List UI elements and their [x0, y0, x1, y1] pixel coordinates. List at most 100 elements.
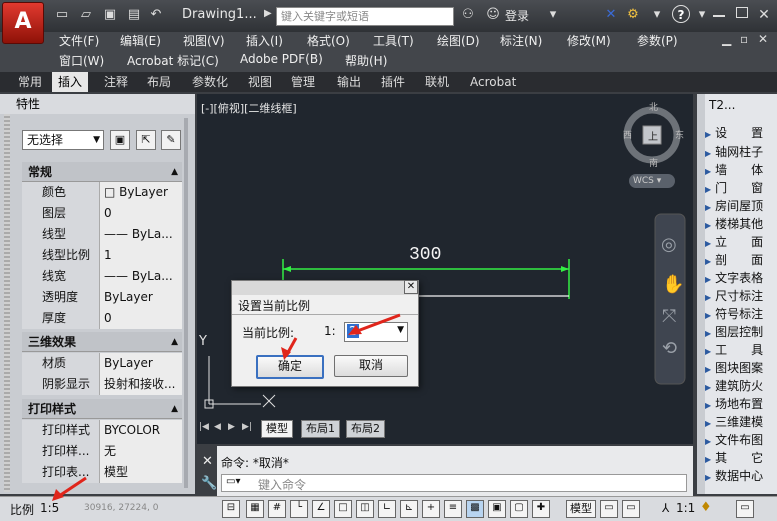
palette-item[interactable]: ▶ 墙 体 — [705, 161, 777, 180]
tab-manage[interactable]: 管理 — [285, 72, 321, 92]
selection-dropdown[interactable]: 无选择 ▼ — [22, 130, 104, 150]
menu-insert[interactable]: 插入(I) — [246, 32, 283, 49]
select-objects-icon[interactable]: ⇱ — [136, 130, 156, 150]
prop-row-transparency[interactable]: 透明度 ByLayer — [22, 287, 182, 308]
section-general[interactable]: 常规 ▲ — [22, 162, 182, 182]
menu-tools[interactable]: 工具(T) — [373, 32, 414, 49]
prop-row-material[interactable]: 材质 ByLayer — [22, 353, 182, 374]
tab-layout[interactable]: 布局 — [141, 72, 177, 92]
ducs-icon[interactable]: ⊾ — [400, 500, 418, 518]
tab-home[interactable]: 常用 — [12, 72, 48, 92]
menu-help[interactable]: 帮助(H) — [345, 52, 387, 69]
prop-row-linetype[interactable]: 线型 —— ByLa... — [22, 224, 182, 245]
new-file-icon[interactable]: ▭ — [54, 7, 70, 23]
binoculars-icon[interactable]: ⚇ — [460, 7, 476, 23]
quick-view-layouts-icon[interactable]: ▭ — [600, 500, 618, 518]
prop-row-lineweight[interactable]: 线宽 —— ByLa... — [22, 266, 182, 287]
annotation-scale-icon[interactable]: ⅄ — [662, 501, 669, 515]
quick-view-drawings-icon[interactable]: ▭ — [622, 500, 640, 518]
coordinate-readout[interactable]: 30916, 27224, 0 — [84, 503, 158, 513]
lineweight-icon[interactable]: ≡ — [444, 500, 462, 518]
palette-item[interactable]: ▶ 符号标注 — [705, 305, 777, 324]
close-command-icon[interactable]: ✕ — [202, 454, 213, 469]
zoom-icon[interactable]: ⤧ — [662, 306, 676, 327]
tab-output[interactable]: 输出 — [331, 72, 367, 92]
lightbulb-icon[interactable]: ♦ — [700, 500, 712, 515]
polar-icon[interactable]: ∠ — [312, 500, 330, 518]
palette-item[interactable]: ▶ 建筑防火 — [705, 377, 777, 396]
dialog-close-icon[interactable]: ✕ — [404, 280, 418, 294]
palette-item[interactable]: ▶ 图层控制 — [705, 323, 777, 342]
palette-item[interactable]: ▶ 场地布置 — [705, 395, 777, 414]
tab-acrobat[interactable]: Acrobat — [464, 72, 522, 92]
user-icon[interactable]: ☺ — [485, 7, 501, 23]
prop-row-color[interactable]: 颜色 □ ByLayer — [22, 182, 182, 203]
dropdown-caret-icon[interactable]: ▾ — [545, 7, 561, 23]
menu-parametric[interactable]: 参数(P) — [637, 32, 678, 49]
model-space-button[interactable]: 模型 — [566, 500, 596, 518]
viewcube-top-label[interactable]: 上 — [648, 128, 658, 143]
palette-item[interactable]: ▶ 文字表格 — [705, 269, 777, 288]
palette-item[interactable]: ▶ 文件布图 — [705, 431, 777, 450]
dyn-icon[interactable]: + — [422, 500, 440, 518]
doc-minimize-icon[interactable]: ▁ — [722, 32, 731, 46]
prop-row-plot-table-attached[interactable]: 打印表... 模型 — [22, 462, 182, 483]
search-input[interactable]: 键入关键字或短语 — [276, 7, 454, 26]
menu-edit[interactable]: 编辑(E) — [120, 32, 161, 49]
expand-caret-icon[interactable]: ▶ — [264, 8, 272, 19]
last-layout-icon[interactable]: ▶| — [242, 422, 252, 432]
3d-osnap-icon[interactable]: ◫ — [356, 500, 374, 518]
tab-online[interactable]: 联机 — [419, 72, 455, 92]
scale-combobox[interactable]: 2 ▼ — [344, 322, 408, 342]
dialog-titlebar[interactable] — [232, 281, 418, 295]
autodesk-360-icon[interactable]: ⚙ — [625, 7, 641, 23]
annotation-scale[interactable]: 1:1 — [676, 501, 695, 515]
first-layout-icon[interactable]: |◀ — [199, 422, 209, 432]
palette-item[interactable]: ▶ 图块图案 — [705, 359, 777, 378]
palette-item[interactable]: ▶ 剖 面 — [705, 251, 777, 270]
open-folder-icon[interactable]: ▱ — [78, 7, 94, 23]
tab-annotate[interactable]: 注释 — [98, 72, 134, 92]
palette-item[interactable]: ▶ 工 具 — [705, 341, 777, 360]
restore-icon[interactable] — [736, 7, 748, 18]
prop-row-plot-style-table[interactable]: 打印样... 无 — [22, 441, 182, 462]
palette-item[interactable]: ▶ 设 置 — [705, 124, 777, 143]
prev-layout-icon[interactable]: ◀ — [214, 422, 221, 432]
prop-row-plot-style[interactable]: 打印样式 BYCOLOR — [22, 420, 182, 441]
next-layout-icon[interactable]: ▶ — [228, 422, 235, 432]
prop-row-thickness[interactable]: 厚度 0 — [22, 308, 182, 329]
menu-adobe-pdf[interactable]: Adobe PDF(B) — [240, 52, 323, 66]
section-plot-style[interactable]: 打印样式 ▲ — [22, 399, 182, 419]
doc-close-icon[interactable]: ✕ — [758, 32, 768, 46]
wrench-icon[interactable]: 🔧 — [201, 476, 217, 491]
palette-item[interactable]: ▶ 三维建模 — [705, 413, 777, 432]
clean-screen-icon[interactable]: ▭ — [736, 500, 754, 518]
tab-layout2[interactable]: 布局2 — [346, 420, 385, 438]
menu-window[interactable]: 窗口(W) — [59, 52, 104, 69]
steering-wheel-icon[interactable]: ◎ — [661, 234, 677, 255]
selection-cycling-icon[interactable]: ▢ — [510, 500, 528, 518]
help-icon[interactable]: ? — [672, 5, 690, 23]
plot-icon[interactable]: ▤ — [126, 7, 142, 23]
prop-row-shadow[interactable]: 阴影显示 投射和接收... — [22, 374, 182, 395]
ok-button[interactable]: 确定 — [256, 355, 324, 379]
grid-icon[interactable]: # — [268, 500, 286, 518]
transparency-icon[interactable]: ▩ — [466, 500, 484, 518]
minimize-icon[interactable] — [713, 15, 725, 17]
palette-item[interactable]: ▶ 尺寸标注 — [705, 287, 777, 306]
tab-model[interactable]: 模型 — [261, 420, 293, 438]
compass-north[interactable]: 北 — [649, 100, 658, 113]
prop-row-linetype-scale[interactable]: 线型比例 1 — [22, 245, 182, 266]
palette-item[interactable]: ▶ 门 窗 — [705, 179, 777, 198]
palette-item[interactable]: ▶ 房间屋顶 — [705, 197, 777, 216]
menu-draw[interactable]: 绘图(D) — [437, 32, 480, 49]
tab-view[interactable]: 视图 — [242, 72, 278, 92]
osnap-icon[interactable]: □ — [334, 500, 352, 518]
menu-file[interactable]: 文件(F) — [59, 32, 99, 49]
infer-constraints-icon[interactable]: ⊟ — [222, 500, 240, 518]
exchange-icon[interactable]: ✕ — [603, 7, 619, 23]
menu-acrobat-markup[interactable]: Acrobat 标记(C) — [127, 52, 219, 69]
palette-scrollbar[interactable] — [184, 118, 188, 488]
application-menu-button[interactable]: A — [2, 2, 44, 44]
compass-south[interactable]: 南 — [649, 156, 658, 169]
